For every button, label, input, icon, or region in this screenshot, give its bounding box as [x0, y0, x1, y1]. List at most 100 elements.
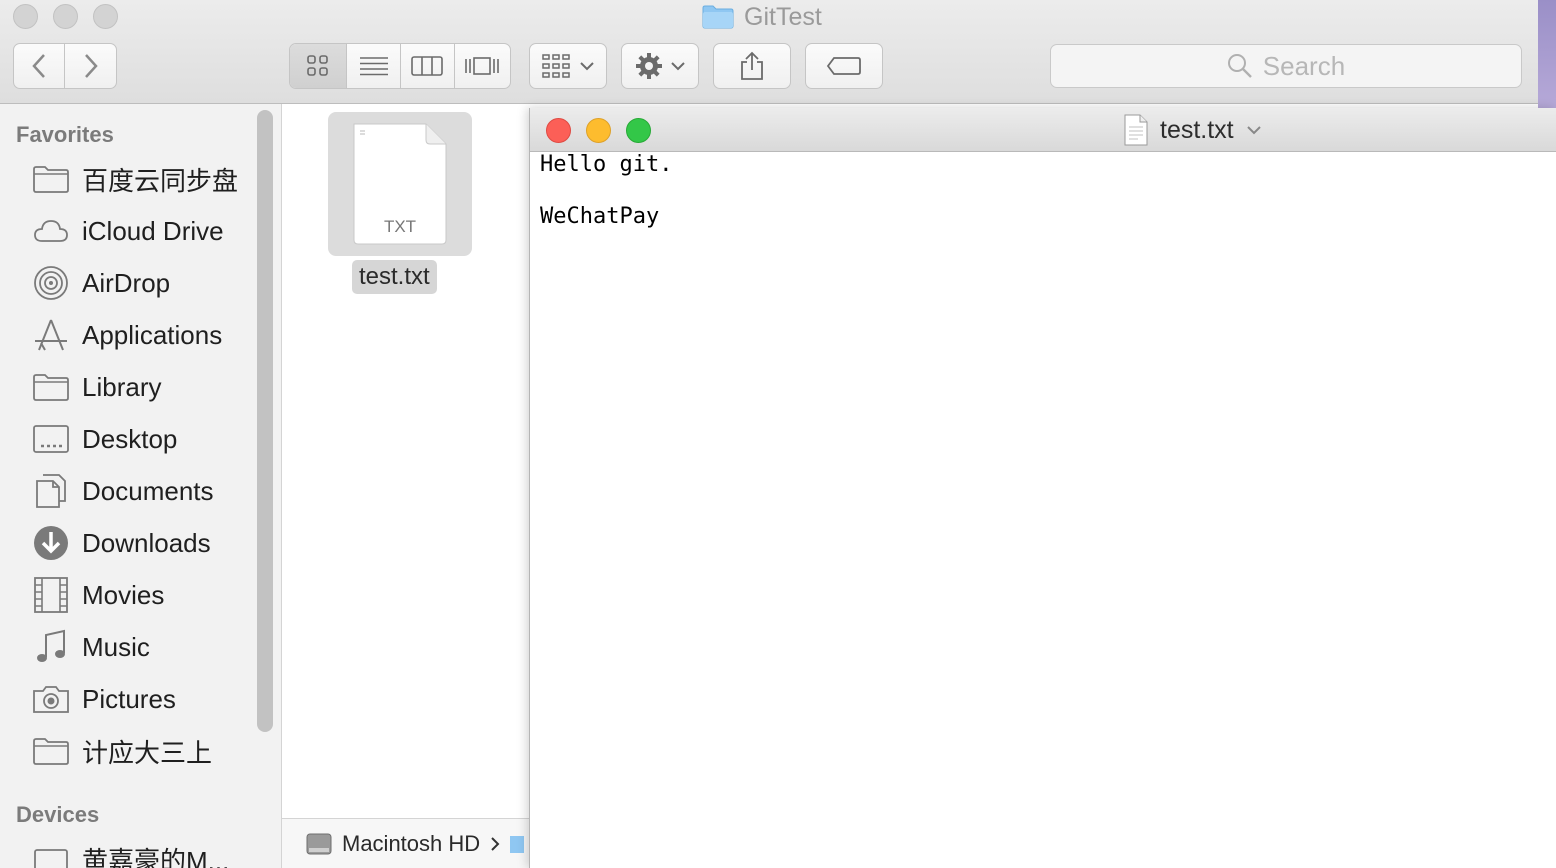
sidebar-item-movies[interactable]: Movies — [32, 574, 252, 616]
gear-icon — [636, 53, 662, 79]
sidebar-item-label: Library — [82, 371, 162, 402]
downloads-icon — [32, 524, 70, 562]
sidebar-item-label: Applications — [82, 319, 223, 350]
sidebar-item-label: iCloud Drive — [82, 215, 224, 246]
chevron-left-icon — [32, 54, 45, 78]
sidebar-item-label: Documents — [82, 475, 214, 506]
arrange-button[interactable] — [529, 43, 607, 89]
sidebar-item-baidu-sync[interactable]: 百度云同步盘 — [32, 158, 252, 200]
sidebar-item-label: 百度云同步盘 — [82, 165, 239, 196]
sidebar-item-label: Music — [82, 631, 150, 662]
grid-icon — [307, 55, 329, 76]
sidebar-item-music[interactable]: Music — [32, 626, 252, 668]
sidebar-item-pictures[interactable]: Pictures — [32, 678, 252, 720]
document-title[interactable]: test.txt — [1124, 113, 1262, 147]
cover-flow-button[interactable] — [455, 44, 510, 88]
finder-minimize-button[interactable] — [53, 4, 78, 29]
file-type-label: TXT — [383, 217, 417, 236]
sidebar-item-label: Movies — [82, 579, 165, 610]
columns-icon — [411, 56, 444, 76]
documents-icon — [32, 472, 70, 510]
sidebar-item-downloads[interactable]: Downloads — [32, 522, 252, 564]
sidebar-item-desktop[interactable]: Desktop — [32, 418, 252, 460]
favorites-header: Favorites — [16, 122, 114, 147]
sidebar-item-jiying[interactable]: 计应大三上 — [32, 730, 252, 772]
tags-button[interactable] — [805, 43, 883, 89]
folder-icon — [32, 732, 70, 770]
textedit-titlebar: test.txt — [530, 108, 1556, 152]
chevron-right-icon — [84, 54, 98, 78]
view-mode-control — [289, 43, 511, 89]
text-line — [540, 178, 672, 204]
pictures-icon — [32, 680, 70, 718]
sidebar-scrollbar[interactable] — [257, 110, 273, 732]
sidebar-item-label: Pictures — [82, 683, 176, 714]
zoom-button[interactable] — [626, 118, 651, 143]
file-browser: TXT test.txt Macintosh HD — [282, 104, 530, 868]
hard-drive-icon — [306, 833, 332, 854]
chevron-down-icon — [1246, 126, 1261, 135]
sidebar: Favorites 百度云同步盘 iCloud Drive AirDrop Ap… — [0, 104, 282, 868]
icon-view-button[interactable] — [290, 44, 348, 88]
nav-buttons — [13, 43, 117, 89]
folder-icon — [32, 368, 70, 406]
document-title-label: test.txt — [1160, 115, 1234, 144]
list-view-button[interactable] — [347, 44, 401, 88]
search-input[interactable]: Search — [1050, 44, 1522, 88]
music-icon — [32, 628, 70, 666]
text-editor[interactable]: Hello git. WeChatPay — [540, 152, 672, 230]
file-icon-tile[interactable]: TXT — [328, 112, 472, 256]
sidebar-item-airdrop[interactable]: AirDrop — [32, 262, 252, 304]
share-button[interactable] — [713, 43, 791, 89]
applications-icon — [32, 316, 70, 354]
chevron-down-icon — [671, 62, 685, 71]
sidebar-item-label: Desktop — [82, 423, 178, 454]
list-icon — [359, 57, 388, 76]
forward-button[interactable] — [65, 44, 116, 88]
cloud-icon — [32, 212, 70, 250]
finder-toolbar: GitTest Search — [0, 0, 1538, 104]
minimize-button[interactable] — [586, 118, 611, 143]
column-view-button[interactable] — [401, 44, 455, 88]
folder-icon — [702, 5, 734, 29]
desktop-icon — [32, 420, 70, 458]
chevron-right-icon — [491, 836, 500, 851]
sidebar-item-device[interactable]: 黄嘉豪的M... — [32, 838, 252, 868]
finder-title-label: GitTest — [744, 2, 822, 31]
finder-window-title: GitTest — [702, 2, 822, 32]
finder-zoom-button[interactable] — [93, 4, 118, 29]
cover-flow-icon — [465, 57, 500, 75]
share-icon — [741, 51, 763, 80]
movies-icon — [32, 576, 70, 614]
action-button[interactable] — [621, 43, 699, 89]
text-line: WeChatPay — [540, 204, 660, 229]
sidebar-item-label: AirDrop — [82, 267, 171, 298]
back-button[interactable] — [14, 44, 66, 88]
sidebar-item-library[interactable]: Library — [32, 366, 252, 408]
path-bar: Macintosh HD — [282, 818, 530, 868]
path-item-macintosh-hd[interactable]: Macintosh HD — [342, 831, 480, 857]
sidebar-item-label: 黄嘉豪的M... — [82, 845, 230, 868]
sidebar-item-label: 计应大三上 — [82, 737, 213, 768]
search-placeholder: Search — [1262, 50, 1346, 81]
sidebar-item-applications[interactable]: Applications — [32, 314, 252, 356]
tag-icon — [826, 57, 861, 75]
document-icon — [1124, 114, 1148, 146]
sidebar-item-label: Downloads — [82, 527, 211, 558]
search-icon — [1227, 54, 1252, 78]
folder-icon — [32, 160, 70, 198]
computer-icon — [32, 840, 70, 868]
devices-header: Devices — [16, 802, 100, 827]
file-name-label[interactable]: test.txt — [352, 260, 437, 294]
arrange-grid-icon — [542, 54, 570, 78]
chevron-down-icon — [580, 62, 594, 71]
desktop-background — [1538, 0, 1556, 108]
text-line: Hello git. — [540, 152, 673, 177]
textedit-window: test.txt Hello git. WeChatPay — [529, 108, 1556, 868]
close-button[interactable] — [546, 118, 571, 143]
airdrop-icon — [32, 264, 70, 302]
folder-icon — [510, 835, 525, 853]
sidebar-item-documents[interactable]: Documents — [32, 470, 252, 512]
sidebar-item-icloud-drive[interactable]: iCloud Drive — [32, 210, 252, 252]
finder-close-button[interactable] — [13, 4, 38, 29]
